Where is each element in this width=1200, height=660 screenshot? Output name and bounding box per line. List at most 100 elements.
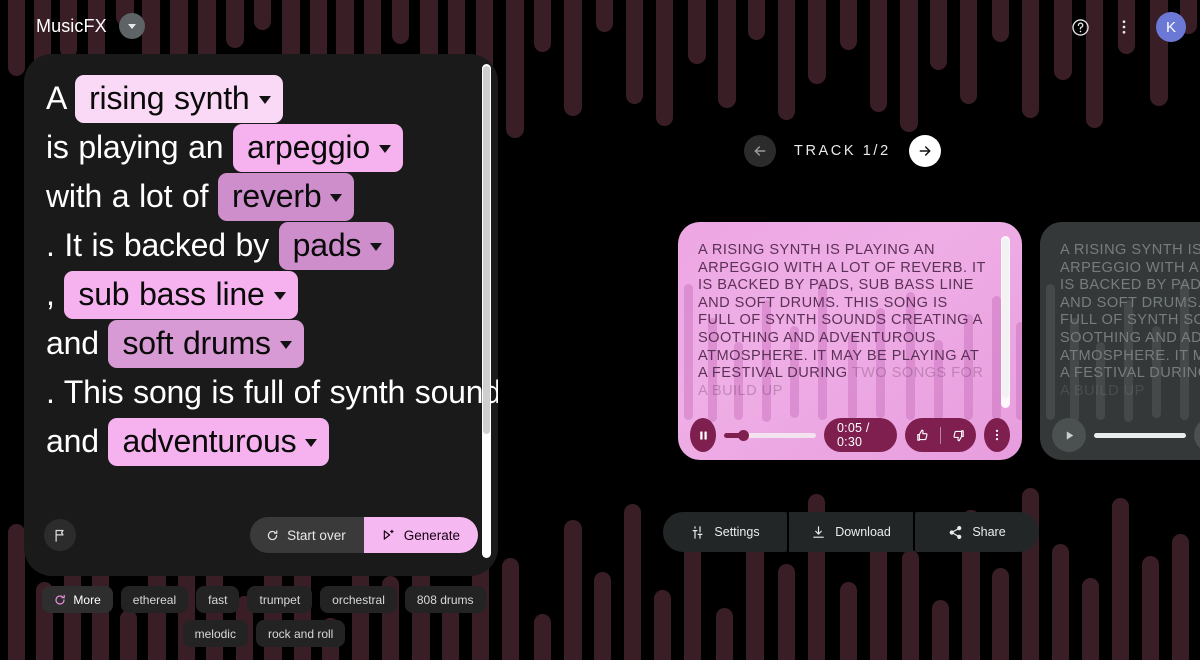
waveform-bar <box>1172 534 1189 660</box>
suggestion-chip[interactable]: fast <box>196 586 240 613</box>
start-over-label: Start over <box>287 527 346 543</box>
prompt-text-run: and <box>46 325 109 361</box>
prompt-scrollbar-thumb[interactable] <box>483 66 490 434</box>
track-description-text: A RISING SYNTH IS PLAYING AN ARPEGGIO WI… <box>698 242 986 382</box>
waveform-bar <box>778 564 795 660</box>
prompt-text-run: and <box>46 423 109 459</box>
prompt-action-bar: Start over Generate <box>24 508 498 576</box>
track-card-next[interactable]: A RISING SYNTH IS PLAYING AN ARPEGGIO WI… <box>1040 222 1200 460</box>
play-icon[interactable] <box>1052 418 1086 452</box>
seek-handle[interactable] <box>738 429 750 441</box>
seek-track[interactable] <box>724 429 817 441</box>
suggestion-chips: More ethereal fast trumpet orchestral 808 dru… <box>24 586 504 647</box>
track-counter: TRACK 1/2 <box>794 143 891 159</box>
waveform-bar <box>684 538 701 660</box>
brand: MusicFX <box>36 13 145 39</box>
waveform-bar <box>8 524 25 660</box>
track-description-next: A RISING SYNTH IS PLAYING AN ARPEGGIO WI… <box>1060 242 1200 400</box>
playback-time: 0:05 / 0:30 <box>824 418 897 452</box>
prompt-chip[interactable]: pads <box>278 222 395 270</box>
prompt-chip[interactable]: reverb <box>217 173 355 221</box>
arrow-right-icon[interactable] <box>908 135 941 167</box>
track-scrollbar-thumb[interactable] <box>1002 238 1009 398</box>
prompt-text-area[interactable]: A rising synth is playing an arpeggio wi… <box>24 54 498 508</box>
generate-button[interactable]: Generate <box>363 517 478 553</box>
playback-time-next: 0:00 / 0:30 <box>1194 418 1200 452</box>
app-title: MusicFX <box>36 15 107 36</box>
prompt-chip[interactable]: rising synth <box>75 75 283 123</box>
chevron-down-icon[interactable] <box>118 13 145 39</box>
prompt-scrollbar[interactable] <box>482 64 491 558</box>
prompt-chip[interactable]: adventurous <box>108 418 330 466</box>
action-share-button[interactable]: Share <box>915 512 1039 552</box>
waveform-bar <box>502 558 519 660</box>
prompt-text-run: is playing an <box>46 129 233 165</box>
arrow-left-icon[interactable] <box>744 135 776 167</box>
flag-icon[interactable] <box>44 519 76 551</box>
waveform-bar <box>840 582 857 660</box>
track-scrollbar[interactable] <box>1001 236 1010 408</box>
waveform-bar <box>594 572 611 660</box>
suggestion-more-label: More <box>73 592 101 607</box>
suggestion-chip[interactable]: ethereal <box>120 586 189 613</box>
download-icon <box>811 525 826 540</box>
chevron-down-icon <box>279 341 292 349</box>
rating-divider <box>939 426 941 444</box>
prompt-text-run: , <box>46 276 65 312</box>
prompt-text-run: A <box>46 80 76 116</box>
help-circle-icon[interactable] <box>1062 9 1098 45</box>
waveform-bar <box>902 550 919 660</box>
suggestion-more-button[interactable]: More <box>42 586 113 613</box>
card-waveform-bar <box>992 296 1001 420</box>
prompt-chip-label: rising synth <box>89 80 250 116</box>
seek-track-next[interactable] <box>1094 432 1186 438</box>
chevron-down-icon <box>305 439 318 447</box>
track-description: A RISING SYNTH IS PLAYING AN ARPEGGIO WI… <box>698 242 986 400</box>
pause-icon[interactable] <box>690 418 717 452</box>
generate-label: Generate <box>403 527 460 543</box>
action-download-button[interactable]: Download <box>789 512 913 552</box>
prompt-chip-label: reverb <box>231 178 322 214</box>
app-header: MusicFX K <box>0 0 1200 52</box>
prompt-buttons: Start over Generate <box>250 517 478 553</box>
track-description-next-text: A RISING SYNTH IS PLAYING AN ARPEGGIO WI… <box>1060 242 1200 382</box>
action-settings-button[interactable]: Settings <box>663 512 787 552</box>
card-waveform-bar <box>1016 322 1022 420</box>
suggestion-chip[interactable]: orchestral <box>320 586 397 613</box>
musicfx-app: MusicFX K A rising synth is playing an a… <box>0 0 1200 660</box>
waveform-bar <box>624 504 641 660</box>
waveform-bar <box>932 600 949 660</box>
prompt-editor[interactable]: A rising synth is playing an arpeggio wi… <box>24 54 498 576</box>
suggestion-chip[interactable]: melodic <box>182 620 248 647</box>
avatar[interactable]: K <box>1156 12 1186 42</box>
suggestion-chip[interactable]: trumpet <box>247 586 313 613</box>
thumb-down-icon[interactable] <box>951 428 966 443</box>
prompt-text-run: with a lot of <box>46 178 218 214</box>
player-controls: 0:05 / 0:30 <box>678 410 1022 460</box>
prompt-text-run: . This song is full of synth sounds crea… <box>46 374 498 410</box>
prompt-prose: A rising synth is playing an arpeggio wi… <box>46 74 498 466</box>
prompt-chip[interactable]: arpeggio <box>232 124 403 172</box>
prompt-chip-label: pads <box>292 227 362 263</box>
more-vertical-icon[interactable] <box>1106 9 1142 45</box>
seek-bar-next[interactable] <box>1094 418 1186 452</box>
header-actions: K <box>1062 9 1186 45</box>
rating-controls <box>904 418 976 452</box>
track-card-current[interactable]: A RISING SYNTH IS PLAYING AN ARPEGGIO WI… <box>678 222 1022 460</box>
suggestion-chip[interactable]: rock and roll <box>255 620 346 647</box>
share-icon <box>948 525 963 540</box>
track-navigation: TRACK 1/2 <box>744 135 941 167</box>
track-action-bar: Settings Download Share <box>663 512 1039 552</box>
start-over-button[interactable]: Start over <box>250 517 364 553</box>
tune-icon <box>690 525 705 540</box>
seek-bar[interactable] <box>724 418 817 452</box>
waveform-bar <box>716 608 733 660</box>
refresh-icon <box>55 594 66 605</box>
suggestion-chip[interactable]: 808 drums <box>404 586 486 613</box>
thumb-up-icon[interactable] <box>915 428 930 443</box>
action-label: Download <box>835 525 891 539</box>
card-waveform-bar <box>1046 284 1055 420</box>
track-more-icon[interactable] <box>983 418 1010 452</box>
prompt-chip[interactable]: sub bass line <box>64 271 298 319</box>
prompt-chip[interactable]: soft drums <box>108 320 304 368</box>
